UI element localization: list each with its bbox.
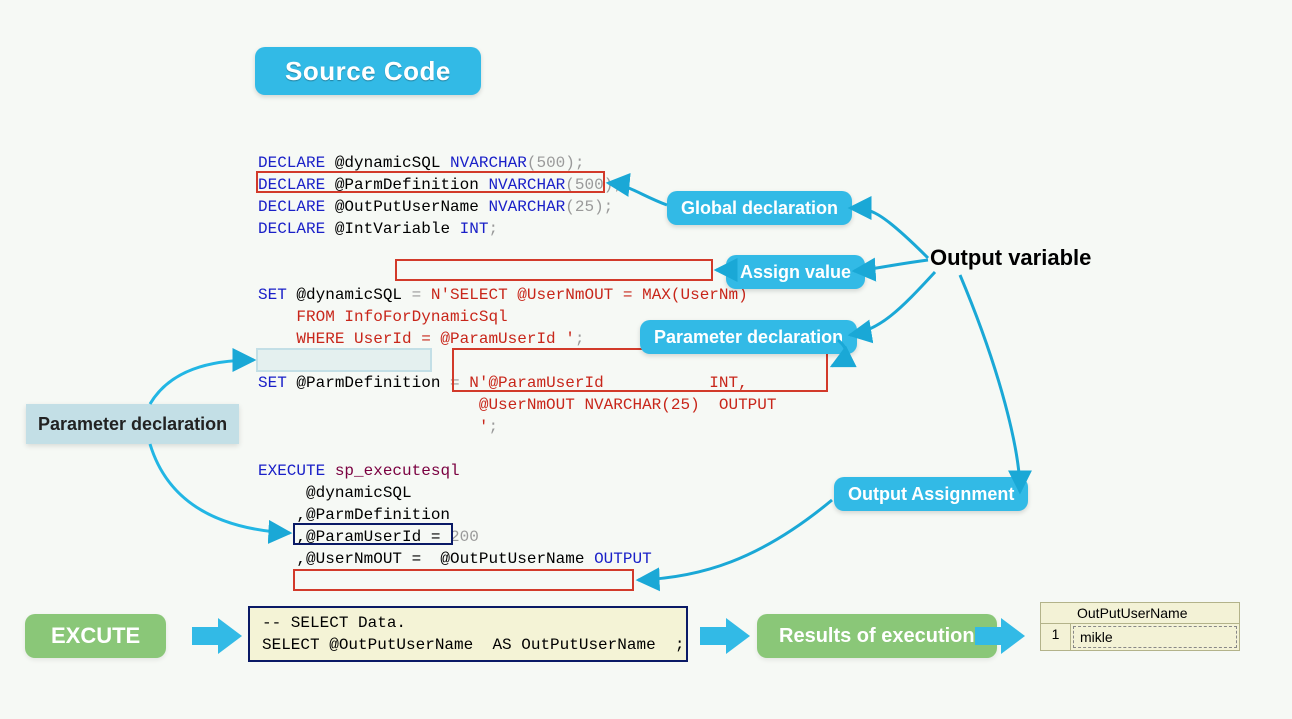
result-table: OutPutUserName 1 mikle [1040,602,1240,651]
result-row-value: mikle [1073,626,1237,648]
badge-output-assignment: Output Assignment [834,477,1028,511]
badge-global-declaration: Global declaration [667,191,852,225]
badge-parameter-declaration: Parameter declaration [640,320,857,354]
execute-badge: EXCUTE [25,614,166,658]
source-code-title: Source Code [255,47,481,95]
diagram-stage: Source Code DECLARE @dynamicSQL NVARCHAR… [0,0,1292,719]
result-header: OutPutUserName [1071,603,1239,623]
results-badge: Results of execution [757,614,997,658]
label-output-variable: Output variable [930,245,1091,271]
label-parameter-declaration-left: Parameter declaration [26,404,239,444]
badge-assign-value: Assign value [726,255,865,289]
result-row-index: 1 [1041,624,1071,650]
select-statement-box: -- SELECT Data. SELECT @OutPutUserName A… [248,606,688,662]
